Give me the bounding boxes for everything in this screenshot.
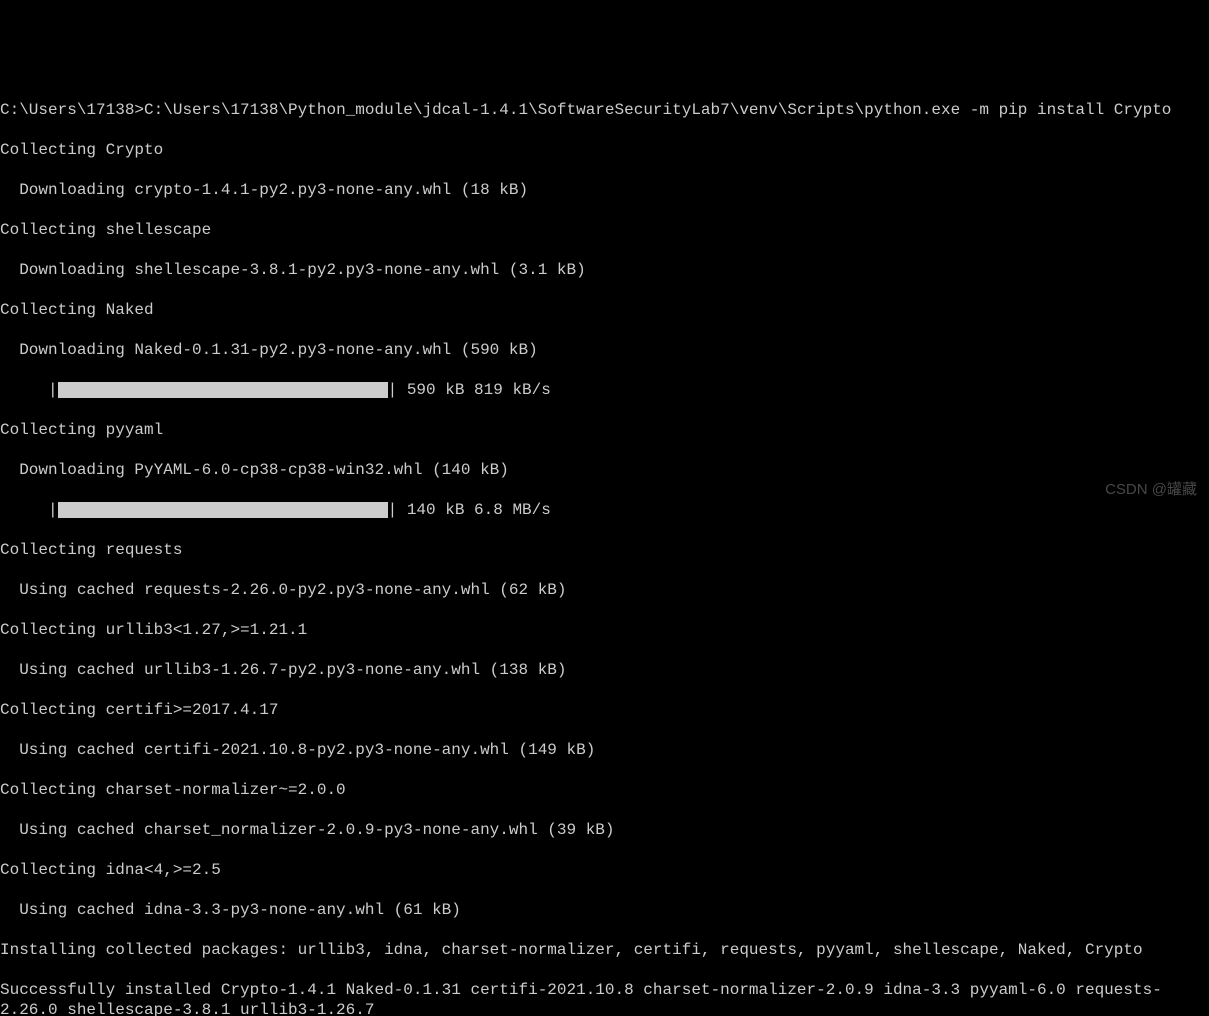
prompt-cwd: C:\Users\17138> <box>0 101 144 119</box>
output-line: Downloading crypto-1.4.1-py2.py3-none-an… <box>0 180 1209 200</box>
output-line: Installing collected packages: urllib3, … <box>0 940 1209 960</box>
output-line: Collecting certifi>=2017.4.17 <box>0 700 1209 720</box>
output-line: Collecting charset-normalizer~=2.0.0 <box>0 780 1209 800</box>
watermark: CSDN @罐藏 <box>1105 480 1197 500</box>
output-line: Collecting Crypto <box>0 140 1209 160</box>
output-line: Downloading PyYAML-6.0-cp38-cp38-win32.w… <box>0 460 1209 480</box>
progress-indent: | <box>0 500 58 520</box>
output-line: Collecting idna<4,>=2.5 <box>0 860 1209 880</box>
output-line: Collecting requests <box>0 540 1209 560</box>
output-line: Using cached requests-2.26.0-py2.py3-non… <box>0 580 1209 600</box>
output-line: Using cached charset_normalizer-2.0.9-py… <box>0 820 1209 840</box>
output-line: Using cached certifi-2021.10.8-py2.py3-n… <box>0 740 1209 760</box>
progress-bar <box>58 382 388 398</box>
progress-indent: | <box>0 380 58 400</box>
output-line: Collecting urllib3<1.27,>=1.21.1 <box>0 620 1209 640</box>
output-line: Collecting Naked <box>0 300 1209 320</box>
terminal-output[interactable]: C:\Users\17138>C:\Users\17138\Python_mod… <box>0 80 1209 1016</box>
output-line: Downloading Naked-0.1.31-py2.py3-none-an… <box>0 340 1209 360</box>
output-line: Using cached urllib3-1.26.7-py2.py3-none… <box>0 660 1209 680</box>
prompt-command: C:\Users\17138\Python_module\jdcal-1.4.1… <box>144 101 1171 119</box>
progress-text: 590 kB 819 kB/s <box>397 380 551 400</box>
progress-bar <box>58 502 388 518</box>
output-line: Downloading shellescape-3.8.1-py2.py3-no… <box>0 260 1209 280</box>
progress-text: 140 kB 6.8 MB/s <box>397 500 551 520</box>
output-line: Collecting pyyaml <box>0 420 1209 440</box>
output-line: Collecting shellescape <box>0 220 1209 240</box>
progress-line-pyyaml: | | 140 kB 6.8 MB/s <box>0 500 1209 520</box>
output-line: Using cached idna-3.3-py3-none-any.whl (… <box>0 900 1209 920</box>
progress-pipe: | <box>388 500 398 520</box>
output-line: Successfully installed Crypto-1.4.1 Nake… <box>0 980 1209 1016</box>
progress-pipe: | <box>388 380 398 400</box>
progress-line-naked: | | 590 kB 819 kB/s <box>0 380 1209 400</box>
prompt-line: C:\Users\17138>C:\Users\17138\Python_mod… <box>0 100 1209 120</box>
